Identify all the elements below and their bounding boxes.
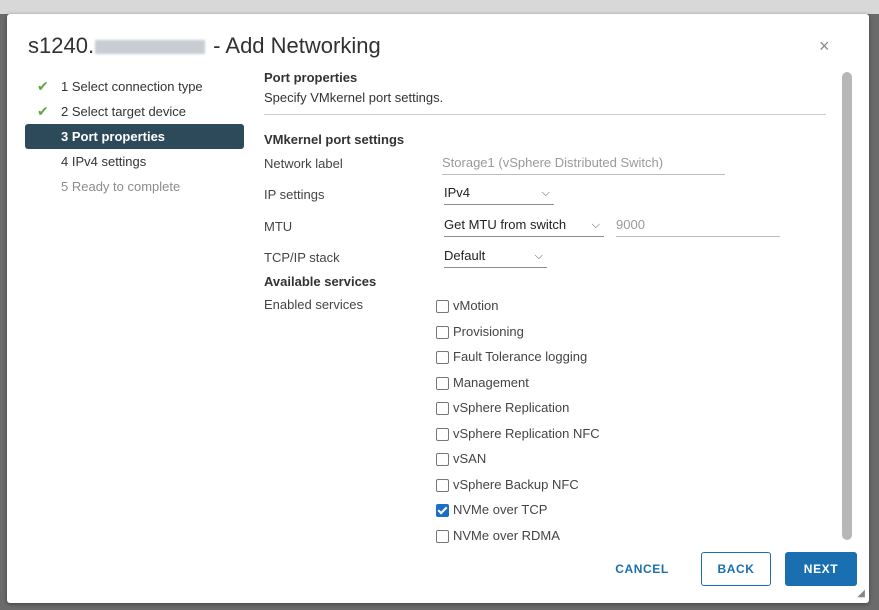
redacted-host-name bbox=[95, 40, 206, 55]
mtu-select-value: Get MTU from switch bbox=[444, 217, 567, 232]
service-management[interactable]: Management bbox=[436, 374, 529, 392]
service-label: Management bbox=[453, 375, 529, 390]
vmkernel-settings-heading: VMkernel port settings bbox=[264, 132, 405, 147]
available-services-heading: Available services bbox=[264, 274, 377, 289]
step-ready-to-complete: 5 Ready to complete bbox=[25, 174, 245, 199]
service-label: NVMe over TCP bbox=[453, 502, 548, 517]
checkbox[interactable] bbox=[436, 402, 449, 415]
add-networking-dialog: s1240. - Add Networking × ✔ 1 Select con… bbox=[7, 14, 869, 603]
vertical-scrollbar[interactable] bbox=[842, 72, 852, 540]
back-button[interactable]: BACK bbox=[701, 552, 771, 586]
check-icon: ✔ bbox=[37, 103, 49, 119]
service-label: Fault Tolerance logging bbox=[453, 349, 588, 364]
mtu-label: MTU bbox=[264, 219, 293, 234]
service-nvme-over-tcp[interactable]: NVMe over TCP bbox=[436, 501, 547, 519]
page-subtitle: Specify VMkernel port settings. bbox=[264, 90, 444, 105]
ip-settings-value: IPv4 bbox=[444, 185, 471, 200]
divider bbox=[264, 114, 826, 115]
checkbox-checked[interactable] bbox=[436, 504, 449, 517]
tcpip-stack-value: Default bbox=[444, 248, 486, 263]
check-icon: ✔ bbox=[37, 78, 49, 94]
service-label: vSAN bbox=[453, 451, 487, 466]
network-label-field: Storage1 (vSphere Distributed Switch) bbox=[442, 152, 725, 175]
service-vsan[interactable]: vSAN bbox=[436, 450, 486, 468]
checkbox[interactable] bbox=[436, 300, 449, 313]
service-nvme-over-rdma[interactable]: NVMe over RDMA bbox=[436, 527, 560, 545]
step-select-target-device[interactable]: ✔ 2 Select target device bbox=[25, 99, 245, 124]
chevron-down-icon: ⌵ bbox=[591, 219, 600, 231]
checkbox[interactable] bbox=[436, 377, 449, 390]
service-vsphere-backup-nfc[interactable]: vSphere Backup NFC bbox=[436, 476, 579, 494]
service-label: vSphere Backup NFC bbox=[453, 477, 579, 492]
mtu-select[interactable]: Get MTU from switch ⌵ bbox=[444, 214, 604, 237]
checkbox[interactable] bbox=[436, 326, 449, 339]
step-ipv4-settings[interactable]: 4 IPv4 settings bbox=[25, 149, 245, 174]
step-label: 4 IPv4 settings bbox=[61, 154, 147, 169]
checkbox[interactable] bbox=[436, 530, 449, 543]
page-title: Port properties bbox=[264, 70, 358, 85]
port-properties-panel: Port properties Specify VMkernel port se… bbox=[264, 70, 826, 543]
service-label: vSphere Replication NFC bbox=[453, 426, 600, 441]
background-window bbox=[0, 0, 879, 14]
checkbox[interactable] bbox=[436, 351, 449, 364]
service-label: vSphere Replication bbox=[453, 400, 570, 415]
service-vsphere-replication-nfc[interactable]: vSphere Replication NFC bbox=[436, 425, 600, 443]
enabled-services-label: Enabled services bbox=[264, 297, 363, 312]
checkbox[interactable] bbox=[436, 453, 449, 466]
service-fault-tolerance-logging[interactable]: Fault Tolerance logging bbox=[436, 348, 587, 366]
chevron-down-icon: ⌵ bbox=[534, 250, 543, 262]
network-label-label: Network label bbox=[264, 156, 343, 171]
close-icon[interactable]: × bbox=[819, 36, 830, 57]
ip-settings-select[interactable]: IPv4 ⌵ bbox=[444, 182, 554, 205]
resize-handle-icon[interactable]: ◢ bbox=[857, 588, 865, 599]
service-vmotion[interactable]: vMotion bbox=[436, 297, 499, 315]
dialog-title: s1240. - Add Networking bbox=[28, 33, 381, 59]
tcpip-stack-label: TCP/IP stack bbox=[264, 250, 340, 265]
wizard-steps: ✔ 1 Select connection type ✔ 2 Select ta… bbox=[25, 74, 245, 199]
next-button[interactable]: NEXT bbox=[785, 552, 857, 586]
step-label: 3 Port properties bbox=[61, 129, 166, 144]
service-provisioning[interactable]: Provisioning bbox=[436, 323, 524, 341]
checkbox[interactable] bbox=[436, 479, 449, 492]
cancel-button[interactable]: CANCEL bbox=[610, 552, 674, 586]
service-label: Provisioning bbox=[453, 324, 524, 339]
mtu-value-field[interactable]: 9000 bbox=[616, 214, 780, 237]
dialog-title-text: - Add Networking bbox=[207, 33, 381, 58]
tcpip-stack-select[interactable]: Default ⌵ bbox=[444, 245, 547, 268]
service-vsphere-replication[interactable]: vSphere Replication bbox=[436, 399, 569, 417]
step-select-connection-type[interactable]: ✔ 1 Select connection type bbox=[25, 74, 245, 99]
step-port-properties[interactable]: 3 Port properties bbox=[25, 124, 244, 149]
step-label: 5 Ready to complete bbox=[61, 179, 181, 194]
ip-settings-label: IP settings bbox=[264, 187, 325, 202]
service-label: vMotion bbox=[453, 298, 499, 313]
checkbox[interactable] bbox=[436, 428, 449, 441]
host-name-prefix: s1240. bbox=[28, 33, 95, 58]
service-label: NVMe over RDMA bbox=[453, 528, 560, 543]
step-label: 1 Select connection type bbox=[61, 79, 203, 94]
step-label: 2 Select target device bbox=[61, 104, 187, 119]
chevron-down-icon: ⌵ bbox=[541, 187, 550, 199]
